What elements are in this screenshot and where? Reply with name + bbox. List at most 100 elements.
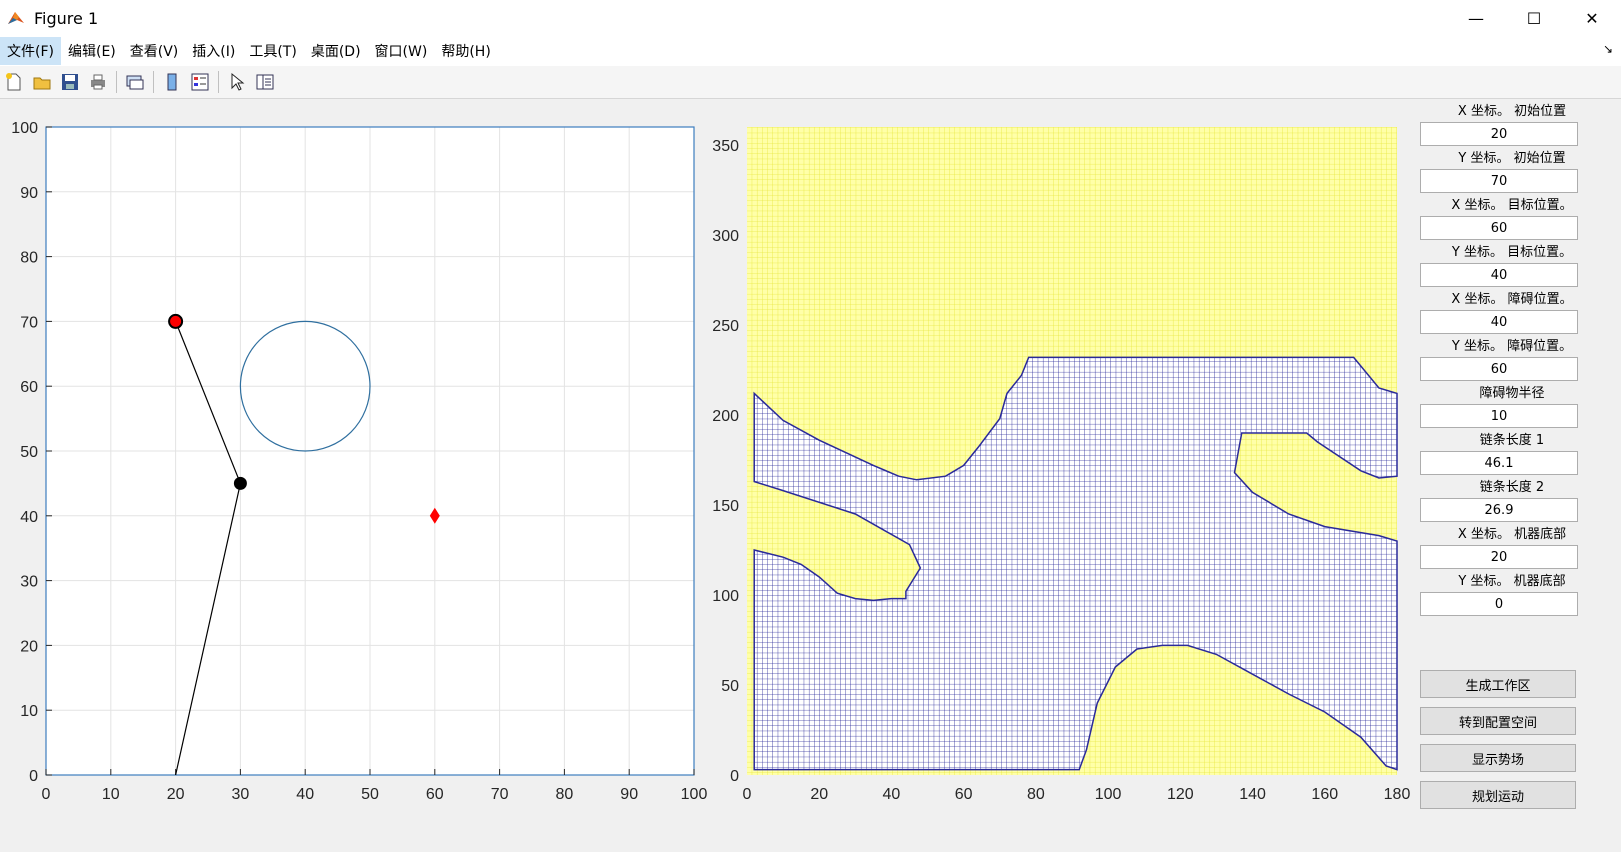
status-bar [0, 848, 1621, 852]
y-tick-label: 90 [20, 185, 38, 202]
base-x-input[interactable] [1420, 545, 1578, 569]
toolbar-separator [116, 71, 117, 93]
y-tick-label: 10 [20, 703, 38, 720]
x-tick-label: 50 [361, 786, 379, 803]
y-tick-label: 60 [20, 379, 38, 396]
start-position-marker [168, 313, 184, 329]
x-tick-label: 60 [955, 786, 973, 803]
field-label: Y 坐标。 障碍位置。 [1451, 339, 1573, 354]
y-tick-label: 20 [20, 638, 38, 655]
to-config-space-button[interactable]: 转到配置空间 [1420, 707, 1576, 735]
y-tick-label: 250 [712, 318, 739, 335]
field-label: X 坐标。 初始位置 [1457, 104, 1567, 119]
field-obstacle-radius: 障碍物半径 [1412, 384, 1612, 428]
pointer-icon[interactable] [224, 69, 250, 95]
x-tick-label: 20 [810, 786, 828, 803]
arm-joint-marker [233, 476, 247, 490]
field-label: Y 坐标。 目标位置。 [1451, 245, 1573, 260]
close-button[interactable]: ✕ [1563, 0, 1621, 36]
toolbar-separator [153, 71, 154, 93]
maximize-button[interactable]: ☐ [1505, 0, 1563, 36]
obstacle-y-input[interactable] [1420, 357, 1578, 381]
obstacle-radius-input[interactable] [1420, 404, 1578, 428]
generate-workspace-button[interactable]: 生成工作区 [1420, 670, 1576, 698]
field-start-y: Y 坐标。 初始位置 [1412, 149, 1612, 193]
x-tick-label: 160 [1311, 786, 1338, 803]
x-tick-label: 70 [491, 786, 509, 803]
menu-insert[interactable]: 插入(I) [185, 37, 242, 65]
obstacle-x-input[interactable] [1420, 310, 1578, 334]
matlab-icon [8, 12, 24, 24]
y-tick-label: 100 [712, 588, 739, 605]
window-title: Figure 1 [34, 8, 99, 28]
field-label: 链条长度 2 [1479, 480, 1545, 495]
x-tick-label: 90 [620, 786, 638, 803]
y-tick-label: 150 [712, 498, 739, 515]
menu-desktop[interactable]: 桌面(D) [304, 37, 368, 65]
configuration-space-axes[interactable]: 0 20 40 60 80 100 120 140 160 180 0 50 100 150 200 250 3… [712, 127, 1410, 803]
parameter-panel: X 坐标。 初始位置 Y 坐标。 初始位置 X 坐标。 目标位置。 Y 坐标。 … [1412, 102, 1612, 619]
x-tick-label: 10 [102, 786, 120, 803]
colorbar-icon[interactable] [159, 69, 185, 95]
print-icon[interactable] [85, 69, 111, 95]
legend-icon[interactable] [187, 69, 213, 95]
undock-icon[interactable]: ↘ [1603, 42, 1613, 56]
start-y-input[interactable] [1420, 169, 1578, 193]
x-tick-label: 0 [42, 786, 51, 803]
field-base-y: Y 坐标。 机器底部 [1412, 572, 1612, 616]
save-icon[interactable] [57, 69, 83, 95]
plan-motion-button[interactable]: 规划运动 [1420, 781, 1576, 809]
x-tick-label: 40 [883, 786, 901, 803]
y-tick-label: 100 [11, 120, 38, 137]
y-tick-label: 300 [712, 228, 739, 245]
open-file-icon[interactable] [29, 69, 55, 95]
field-link-length-1: 链条长度 1 [1412, 431, 1612, 475]
figure-toolbar [0, 66, 1621, 99]
x-tick-label: 20 [167, 786, 185, 803]
x-tick-label: 180 [1384, 786, 1410, 803]
x-tick-label: 120 [1167, 786, 1194, 803]
y-tick-label: 50 [721, 678, 739, 695]
minimize-button[interactable]: — [1447, 0, 1505, 36]
y-tick-label: 0 [730, 768, 739, 785]
y-tick-label: 80 [20, 250, 38, 267]
field-label: Y 坐标。 初始位置 [1458, 151, 1566, 166]
x-tick-label: 60 [426, 786, 444, 803]
y-tick-label: 30 [20, 574, 38, 591]
target-x-input[interactable] [1420, 216, 1578, 240]
title-bar: Figure 1 — ☐ ✕ [0, 0, 1621, 36]
y-tick-label: 40 [20, 509, 38, 526]
y-tick-label: 50 [20, 444, 38, 461]
start-x-input[interactable] [1420, 122, 1578, 146]
field-label: X 坐标。 障碍位置。 [1451, 292, 1573, 307]
figure-canvas[interactable]: 0 10 20 30 40 50 60 70 80 90 100 0 10 20 30 40 50 60 70 80 9… [0, 98, 1410, 818]
menu-file[interactable]: 文件(F) [0, 37, 61, 65]
x-tick-label: 140 [1239, 786, 1266, 803]
link-icon[interactable] [122, 69, 148, 95]
x-tick-label: 80 [556, 786, 574, 803]
x-tick-label: 80 [1027, 786, 1045, 803]
menu-bar: 文件(F) 编辑(E) 查看(V) 插入(I) 工具(T) 桌面(D) 窗口(W… [0, 36, 1621, 66]
field-obstacle-y: Y 坐标。 障碍位置。 [1412, 337, 1612, 381]
menu-view[interactable]: 查看(V) [123, 37, 186, 65]
field-target-y: Y 坐标。 目标位置。 [1412, 243, 1612, 287]
property-editor-icon[interactable] [252, 69, 278, 95]
x-tick-label: 40 [296, 786, 314, 803]
workspace-axes[interactable]: 0 10 20 30 40 50 60 70 80 90 100 0 10 20 30 40 50 60 70 80 9… [11, 120, 707, 803]
new-figure-icon[interactable] [1, 69, 27, 95]
menu-window[interactable]: 窗口(W) [368, 37, 435, 65]
window-controls: — ☐ ✕ [1447, 0, 1621, 36]
base-y-input[interactable] [1420, 592, 1578, 616]
field-start-x: X 坐标。 初始位置 [1412, 102, 1612, 146]
field-label: X 坐标。 机器底部 [1457, 527, 1567, 542]
link-length-2-input[interactable] [1420, 498, 1578, 522]
x-tick-label: 30 [232, 786, 250, 803]
x-tick-label: 100 [1095, 786, 1122, 803]
show-potential-field-button[interactable]: 显示势场 [1420, 744, 1576, 772]
menu-tools[interactable]: 工具(T) [242, 37, 303, 65]
menu-edit[interactable]: 编辑(E) [61, 37, 123, 65]
field-label: 链条长度 1 [1479, 433, 1545, 448]
link-length-1-input[interactable] [1420, 451, 1578, 475]
menu-help[interactable]: 帮助(H) [434, 37, 497, 65]
target-y-input[interactable] [1420, 263, 1578, 287]
